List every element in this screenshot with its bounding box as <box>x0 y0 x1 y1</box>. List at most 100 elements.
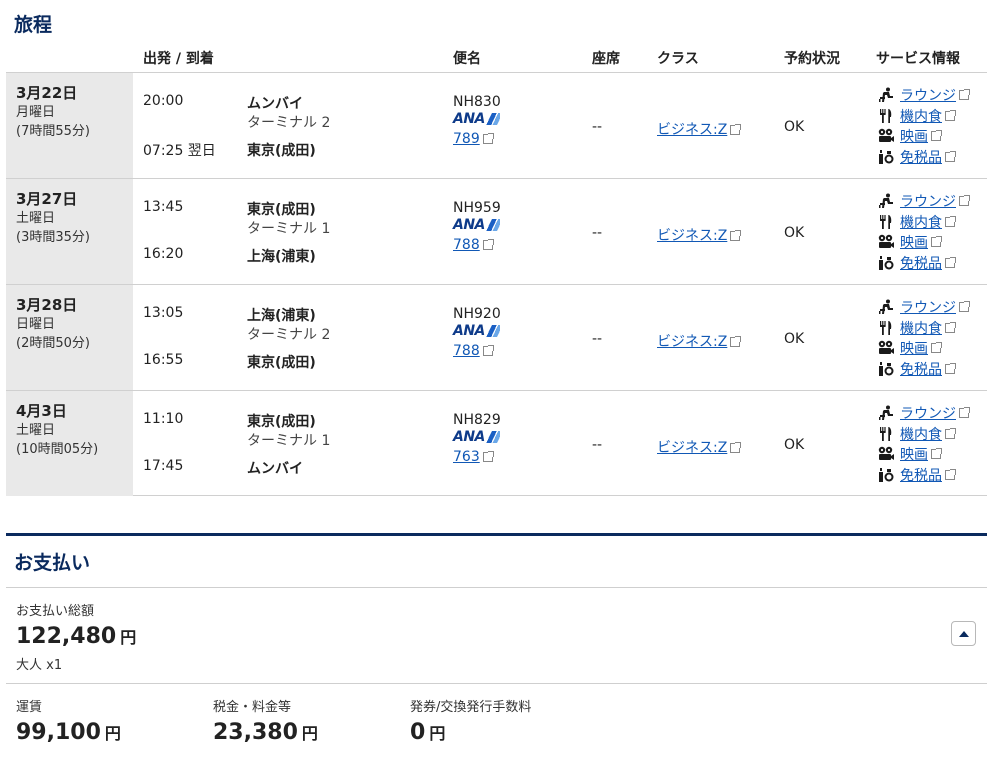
service-info: ラウンジ 機内食 映画 免税品 <box>876 85 986 167</box>
arrival-city: 東京(成田) <box>247 355 316 371</box>
service-meal: 機内食 <box>876 106 986 127</box>
external-link-icon <box>931 130 942 142</box>
external-link-icon <box>959 407 970 419</box>
departure-city: 上海(浦東) <box>247 308 316 324</box>
flight-date: 3月28日 <box>16 296 78 314</box>
ana-logo-stripe-icon <box>485 431 500 443</box>
flight-date: 4月3日 <box>16 402 67 420</box>
date-cell: 4月3日 土曜日 (10時間05分) <box>6 391 133 496</box>
header-status: 予約状況 <box>784 51 840 67</box>
external-link-icon <box>945 215 956 227</box>
total-amount: 122,480 円 <box>16 624 136 649</box>
date-cell: 3月22日 月曜日 (7時間55分) <box>6 73 133 178</box>
ana-logo-stripe-icon <box>485 219 500 231</box>
ana-logo: ANA <box>453 322 501 340</box>
movie-icon <box>876 128 895 145</box>
external-link-icon <box>931 236 942 248</box>
movie-icon <box>876 446 895 463</box>
aircraft-link[interactable]: 789 <box>453 131 480 147</box>
service-dutyfree: 免税品 <box>876 465 986 486</box>
collapse-toggle-button[interactable] <box>951 621 976 646</box>
service-meal-link[interactable]: 機内食 <box>900 212 942 232</box>
external-link-icon <box>730 123 742 135</box>
external-link-icon <box>945 109 956 121</box>
ana-logo-stripe-icon <box>485 325 500 337</box>
service-dutyfree-link[interactable]: 免税品 <box>900 147 942 167</box>
service-movie-link[interactable]: 映画 <box>900 338 928 358</box>
fee-amount: 0円 <box>410 720 445 745</box>
ana-logo: ANA <box>453 428 501 446</box>
departure-city: 東京(成田) <box>247 414 316 430</box>
arrival-time: 17:45 <box>143 458 184 474</box>
passenger-count: 大人 x1 <box>16 658 63 673</box>
service-meal-link[interactable]: 機内食 <box>900 318 942 338</box>
flight-number: NH830 <box>453 94 501 110</box>
fee-amount-value: 0 <box>410 720 426 745</box>
booking-status: OK <box>784 331 805 347</box>
flight-weekday: 日曜日 <box>16 317 56 332</box>
flight-duration: (7時間55分) <box>16 124 90 139</box>
class-link[interactable]: ビジネス:Z <box>657 440 727 456</box>
aircraft-link[interactable]: 788 <box>453 237 480 253</box>
flight-info: NH830 ANA 789 <box>453 94 501 147</box>
flight-number: NH920 <box>453 306 501 322</box>
lounge-icon <box>876 193 895 210</box>
service-lounge-link[interactable]: ラウンジ <box>900 403 956 423</box>
service-movie: 映画 <box>876 126 986 147</box>
service-movie-link[interactable]: 映画 <box>900 126 928 146</box>
dutyfree-icon <box>876 254 895 271</box>
lounge-icon <box>876 405 895 422</box>
service-meal-link[interactable]: 機内食 <box>900 424 942 444</box>
service-movie: 映画 <box>876 444 986 465</box>
itinerary-row: 3月27日 土曜日 (3時間35分) 13:45 東京(成田) ターミナル 1 16:20 上… <box>6 178 987 284</box>
aircraft-link[interactable]: 788 <box>453 343 480 359</box>
external-link-icon <box>931 342 942 354</box>
itinerary-table-header: 出発 / 到着 便名 座席 クラス 予約状況 サービス情報 <box>0 46 998 70</box>
dutyfree-icon <box>876 360 895 377</box>
tax-currency: 円 <box>301 724 318 743</box>
class-cell: ビジネス:Z <box>657 119 742 139</box>
itinerary-row: 3月22日 月曜日 (7時間55分) 20:00 ムンバイ ターミナル 2 07:25 翌日… <box>6 72 987 178</box>
external-link-icon <box>959 301 970 313</box>
departure-terminal: ターミナル 2 <box>247 115 331 131</box>
external-link-icon <box>482 344 494 356</box>
service-lounge: ラウンジ <box>876 191 986 212</box>
booking-status: OK <box>784 437 805 453</box>
service-meal-link[interactable]: 機内食 <box>900 106 942 126</box>
itinerary-row: 3月28日 日曜日 (2時間50分) 13:05 上海(浦東) ターミナル 2 16:55 東… <box>6 284 987 390</box>
meal-icon <box>876 213 895 230</box>
aircraft-link[interactable]: 763 <box>453 449 480 465</box>
flight-info: NH920 ANA 788 <box>453 306 501 359</box>
movie-icon <box>876 234 895 251</box>
service-lounge: ラウンジ <box>876 85 986 106</box>
service-movie-link[interactable]: 映画 <box>900 232 928 252</box>
service-meal: 機内食 <box>876 212 986 233</box>
class-link[interactable]: ビジネス:Z <box>657 122 727 138</box>
service-lounge-link[interactable]: ラウンジ <box>900 297 956 317</box>
tax-amount-value: 23,380 <box>213 720 298 745</box>
arrival-city: 東京(成田) <box>247 143 316 159</box>
header-departure-arrival: 出発 / 到着 <box>143 51 214 67</box>
arrival-time: 07:25 翌日 <box>143 143 216 159</box>
meal-icon <box>876 107 895 124</box>
service-dutyfree-link[interactable]: 免税品 <box>900 253 942 273</box>
ana-logo-text: ANA <box>453 217 485 233</box>
service-lounge-link[interactable]: ラウンジ <box>900 191 956 211</box>
lounge-icon <box>876 87 895 104</box>
class-link[interactable]: ビジネス:Z <box>657 228 727 244</box>
service-movie-link[interactable]: 映画 <box>900 444 928 464</box>
seat-value: -- <box>592 119 603 135</box>
flight-info: NH829 ANA 763 <box>453 412 501 465</box>
external-link-icon <box>931 448 942 460</box>
service-dutyfree-link[interactable]: 免税品 <box>900 359 942 379</box>
class-link[interactable]: ビジネス:Z <box>657 334 727 350</box>
service-lounge-link[interactable]: ラウンジ <box>900 85 956 105</box>
external-link-icon <box>730 229 742 241</box>
external-link-icon <box>945 256 956 268</box>
service-dutyfree-link[interactable]: 免税品 <box>900 465 942 485</box>
external-link-icon <box>482 450 494 462</box>
flight-date: 3月27日 <box>16 190 78 208</box>
tax-label: 税金・料金等 <box>213 700 292 715</box>
service-dutyfree: 免税品 <box>876 147 986 168</box>
external-link-icon <box>959 89 970 101</box>
